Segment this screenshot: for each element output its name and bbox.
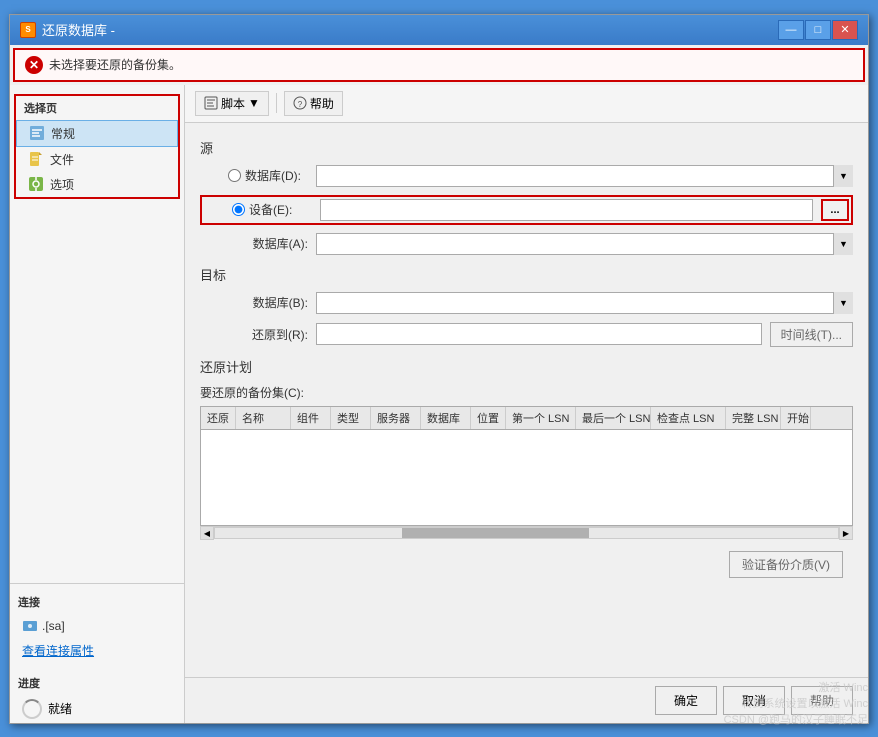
cancel-button[interactable]: 取消 bbox=[723, 686, 785, 715]
title-bar-left: S 还原数据库 - bbox=[20, 20, 115, 39]
col-first-lsn: 第一个 LSN bbox=[506, 407, 576, 429]
scrollbar-area: ◀ ▶ bbox=[200, 526, 853, 540]
sidebar-item-files[interactable]: 文件 bbox=[16, 147, 178, 172]
connection-item: .[sa] bbox=[10, 614, 184, 638]
database-a-row: 数据库(A): ▼ bbox=[200, 233, 853, 255]
view-properties-link[interactable]: 查看连接属性 bbox=[10, 638, 184, 663]
form-area: 源 数据库(D): ▼ bbox=[185, 123, 868, 677]
script-label: 脚本 bbox=[221, 95, 245, 112]
help-icon: ? bbox=[293, 96, 307, 110]
error-icon: ✕ bbox=[25, 56, 43, 74]
progress-status: 就绪 bbox=[10, 695, 184, 723]
plan-section-label: 还原计划 bbox=[200, 357, 853, 376]
backup-sets-label: 要还原的备份集(C): bbox=[200, 384, 853, 401]
files-icon bbox=[28, 151, 44, 167]
device-source-row: 设备(E): ... bbox=[200, 195, 853, 225]
col-location: 位置 bbox=[471, 407, 506, 429]
device-radio-label[interactable]: 设备(E): bbox=[232, 201, 312, 218]
general-icon bbox=[29, 125, 45, 141]
title-bar: S 还原数据库 - — □ ✕ bbox=[10, 15, 868, 45]
col-database: 数据库 bbox=[421, 407, 471, 429]
col-checkpoint-lsn: 检查点 LSN bbox=[651, 407, 726, 429]
scroll-left-button[interactable]: ◀ bbox=[200, 526, 214, 540]
sidebar: 选择页 常规 bbox=[10, 85, 185, 723]
error-message: 未选择要还原的备份集。 bbox=[49, 56, 181, 73]
target-database-row: 数据库(B): ▼ bbox=[200, 292, 853, 314]
minimize-button[interactable]: — bbox=[778, 20, 804, 40]
progress-section-label: 进度 bbox=[10, 671, 184, 695]
progress-text: 就绪 bbox=[48, 700, 72, 717]
restore-to-input[interactable] bbox=[316, 323, 762, 345]
ok-button[interactable]: 确定 bbox=[655, 686, 717, 715]
col-type: 类型 bbox=[331, 407, 371, 429]
col-last-lsn: 最后一个 LSN bbox=[576, 407, 651, 429]
source-section-label: 源 bbox=[200, 138, 853, 157]
timeline-button[interactable]: 时间线(T)... bbox=[770, 322, 853, 347]
script-icon bbox=[204, 96, 218, 110]
device-input[interactable] bbox=[320, 199, 813, 221]
database-radio-label[interactable]: 数据库(D): bbox=[228, 167, 308, 184]
device-source-text: 设备(E): bbox=[249, 201, 292, 218]
database-a-select[interactable] bbox=[316, 233, 853, 255]
col-restore: 还原 bbox=[201, 407, 236, 429]
connection-section-label: 连接 bbox=[10, 590, 184, 614]
database-a-label: 数据库(A): bbox=[228, 235, 308, 252]
window-controls: — □ ✕ bbox=[778, 20, 858, 40]
restore-to-row: 还原到(R): 时间线(T)... bbox=[200, 322, 853, 347]
backup-sets-table: 还原 名称 组件 类型 服务器 数据库 位置 第一个 LSN 最后一个 LSN … bbox=[200, 406, 853, 526]
restore-to-label: 还原到(R): bbox=[228, 326, 308, 343]
col-component: 组件 bbox=[291, 407, 331, 429]
plan-section: 还原计划 要还原的备份集(C): 还原 名称 组件 类型 服务器 数据库 位置 … bbox=[200, 357, 853, 540]
col-name: 名称 bbox=[236, 407, 291, 429]
target-database-combo-wrapper: ▼ bbox=[316, 292, 853, 314]
content-area: 脚本 ▼ ? 帮助 源 bbox=[185, 85, 868, 723]
error-bar: ✕ 未选择要还原的备份集。 bbox=[13, 48, 865, 82]
server-icon bbox=[22, 618, 38, 634]
options-label: 选项 bbox=[50, 176, 74, 193]
table-header: 还原 名称 组件 类型 服务器 数据库 位置 第一个 LSN 最后一个 LSN … bbox=[201, 407, 852, 430]
script-button[interactable]: 脚本 ▼ bbox=[195, 91, 269, 116]
database-source-row: 数据库(D): ▼ bbox=[200, 165, 853, 187]
scroll-right-button[interactable]: ▶ bbox=[839, 526, 853, 540]
horizontal-scrollbar[interactable] bbox=[214, 527, 839, 539]
col-server: 服务器 bbox=[371, 407, 421, 429]
files-label: 文件 bbox=[50, 151, 74, 168]
database-source-select[interactable] bbox=[316, 165, 853, 187]
sidebar-item-general[interactable]: 常规 bbox=[16, 120, 178, 147]
help-label: 帮助 bbox=[310, 95, 334, 112]
help-button[interactable]: ? 帮助 bbox=[284, 91, 343, 116]
database-source-combo-wrapper: ▼ bbox=[316, 165, 853, 187]
help-action-button[interactable]: 帮助 bbox=[791, 686, 853, 715]
sidebar-section-title: 选择页 bbox=[16, 96, 178, 120]
dialog-title: 还原数据库 - bbox=[42, 20, 115, 39]
col-full-lsn: 完整 LSN bbox=[726, 407, 781, 429]
close-button[interactable]: ✕ bbox=[832, 20, 858, 40]
scrollbar-thumb bbox=[402, 528, 589, 538]
restore-database-dialog: S 还原数据库 - — □ ✕ ✕ 未选择要还原的备份集。 选择页 bbox=[9, 14, 869, 724]
device-radio[interactable] bbox=[232, 203, 245, 216]
general-label: 常规 bbox=[51, 125, 75, 142]
target-database-label: 数据库(B): bbox=[228, 294, 308, 311]
target-database-select[interactable] bbox=[316, 292, 853, 314]
maximize-button[interactable]: □ bbox=[805, 20, 831, 40]
options-icon bbox=[28, 176, 44, 192]
spinner-icon bbox=[22, 699, 42, 719]
main-area: 选择页 常规 bbox=[10, 85, 868, 723]
toolbar: 脚本 ▼ ? 帮助 bbox=[185, 85, 868, 123]
bottom-bar: 确定 取消 帮助 bbox=[185, 677, 868, 723]
sidebar-item-options[interactable]: 选项 bbox=[16, 172, 178, 197]
svg-text:?: ? bbox=[298, 100, 303, 109]
database-radio[interactable] bbox=[228, 169, 241, 182]
database-source-text: 数据库(D): bbox=[245, 167, 301, 184]
target-section-label: 目标 bbox=[200, 265, 853, 284]
toolbar-separator bbox=[276, 93, 277, 113]
script-arrow: ▼ bbox=[248, 96, 260, 110]
browse-button[interactable]: ... bbox=[821, 199, 849, 221]
app-icon: S bbox=[20, 22, 36, 38]
col-start: 开始 bbox=[781, 407, 811, 429]
database-a-combo-wrapper: ▼ bbox=[316, 233, 853, 255]
table-body bbox=[201, 430, 852, 510]
validate-button[interactable]: 验证备份介质(V) bbox=[729, 551, 843, 578]
connection-user: .[sa] bbox=[42, 619, 65, 633]
